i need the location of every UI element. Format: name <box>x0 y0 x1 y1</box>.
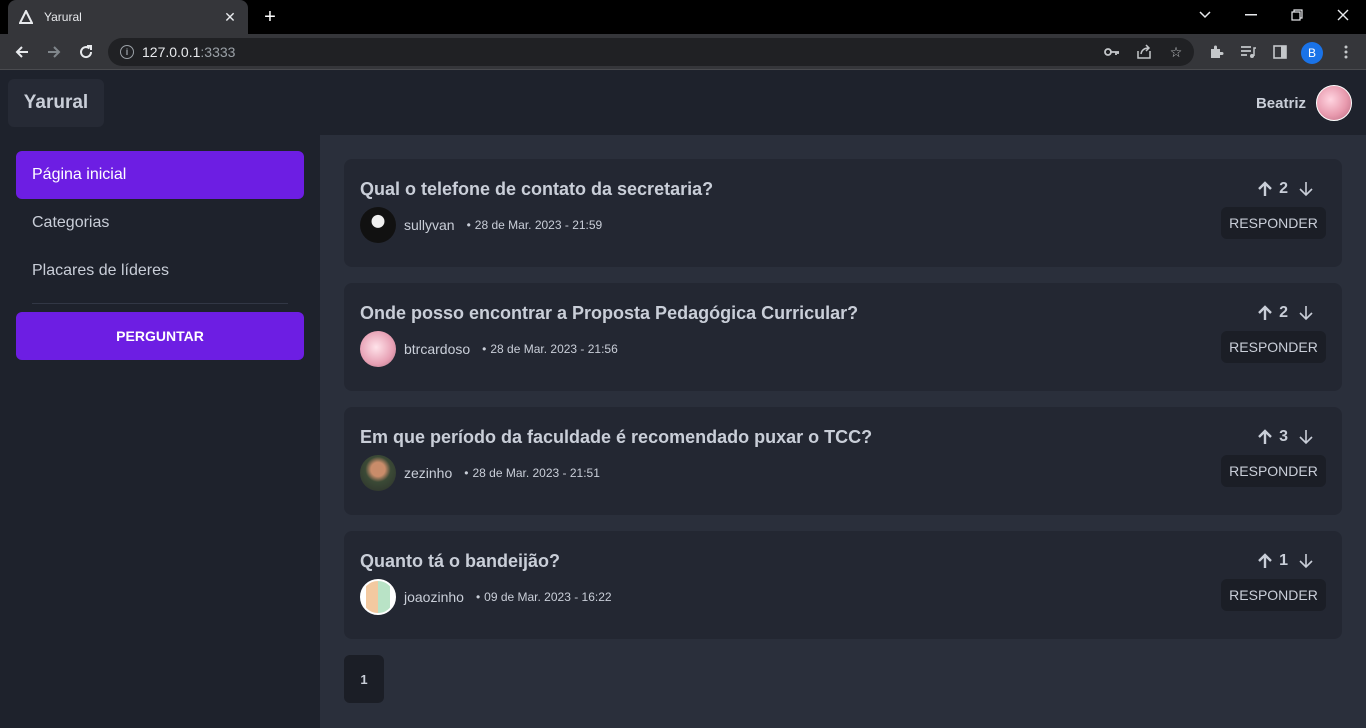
vote-controls: 2 <box>1255 303 1316 323</box>
close-tab-icon[interactable]: ✕ <box>222 9 238 25</box>
question-card: Em que período da faculdade é recomendad… <box>344 407 1342 515</box>
brand-logo[interactable]: Yarural <box>8 79 104 127</box>
upvote-arrow-icon[interactable] <box>1255 179 1275 199</box>
tab-search-icon[interactable] <box>1182 0 1228 30</box>
upvote-arrow-icon[interactable] <box>1255 551 1275 571</box>
reply-button[interactable]: RESPONDER <box>1221 207 1326 239</box>
browser-toolbar: i 127.0.0.1:3333 ☆ B <box>0 34 1366 70</box>
question-date: 09 de Mar. 2023 - 16:22 <box>484 590 612 604</box>
question-meta: btrcardoso • 28 de Mar. 2023 - 21:56 <box>360 331 618 367</box>
question-meta: joaozinho • 09 de Mar. 2023 - 16:22 <box>360 579 612 615</box>
meta-separator: • <box>475 590 481 604</box>
author-avatar[interactable] <box>360 455 396 491</box>
upvote-arrow-icon[interactable] <box>1255 303 1275 323</box>
downvote-arrow-icon[interactable] <box>1296 427 1316 447</box>
reload-icon[interactable] <box>72 38 100 66</box>
close-window-icon[interactable] <box>1320 0 1366 30</box>
vote-count: 1 <box>1279 552 1288 569</box>
vote-count: 2 <box>1279 180 1288 197</box>
question-title[interactable]: Quanto tá o bandeijão? <box>360 551 560 572</box>
author-avatar[interactable] <box>360 207 396 243</box>
question-title[interactable]: Onde posso encontrar a Proposta Pedagógi… <box>360 303 858 324</box>
url-port: :3333 <box>200 44 236 60</box>
profile-avatar-icon[interactable]: B <box>1301 42 1323 64</box>
browser-tab[interactable]: Yarural ✕ <box>8 0 248 34</box>
vote-controls: 1 <box>1255 551 1316 571</box>
reply-button[interactable]: RESPONDER <box>1221 579 1326 611</box>
downvote-arrow-icon[interactable] <box>1296 303 1316 323</box>
yarural-favicon-icon <box>18 9 34 25</box>
sidebar-item-categories[interactable]: Categorias <box>16 199 304 247</box>
restore-icon[interactable] <box>1274 0 1320 30</box>
extensions-icon[interactable] <box>1206 42 1226 62</box>
reply-button[interactable]: RESPONDER <box>1221 455 1326 487</box>
question-date: 28 de Mar. 2023 - 21:59 <box>474 218 603 232</box>
minimize-icon[interactable] <box>1228 0 1274 30</box>
app-header: Yarural Beatriz <box>0 71 1366 135</box>
author-name[interactable]: sullyvan <box>404 217 455 233</box>
meta-separator: • <box>464 466 469 480</box>
side-panel-icon[interactable] <box>1270 42 1290 62</box>
author-name[interactable]: joaozinho <box>404 589 464 605</box>
meta-separator: • <box>482 342 487 356</box>
ask-question-button[interactable]: PERGUNTAR <box>16 312 304 360</box>
pagination-page-button[interactable]: 1 <box>344 655 384 703</box>
user-menu[interactable]: Beatriz <box>1256 85 1352 121</box>
question-meta: zezinho • 28 de Mar. 2023 - 21:51 <box>360 455 600 491</box>
user-avatar[interactable] <box>1316 85 1352 121</box>
question-date: 28 de Mar. 2023 - 21:56 <box>490 342 618 356</box>
author-name[interactable]: zezinho <box>404 465 452 481</box>
share-icon[interactable] <box>1134 42 1154 62</box>
question-date: 28 de Mar. 2023 - 21:51 <box>472 466 600 480</box>
user-name: Beatriz <box>1255 94 1306 112</box>
question-title[interactable]: Em que período da faculdade é recomendad… <box>360 427 872 448</box>
question-card: Quanto tá o bandeijão? joaozinho • 09 de… <box>344 531 1342 639</box>
sidebar-item-leaderboards[interactable]: Placares de líderes <box>16 247 304 295</box>
question-title[interactable]: Qual o telefone de contato da secretaria… <box>360 179 713 200</box>
downvote-arrow-icon[interactable] <box>1296 551 1316 571</box>
url-host: 127.0.0.1 <box>142 44 201 60</box>
vote-count: 2 <box>1279 304 1288 321</box>
tab-title: Yarural <box>44 10 82 24</box>
author-avatar[interactable] <box>360 579 396 615</box>
vote-controls: 3 <box>1255 427 1316 447</box>
meta-separator: • <box>466 218 471 232</box>
back-icon[interactable] <box>8 38 36 66</box>
media-queue-icon[interactable] <box>1238 42 1258 62</box>
address-bar[interactable]: i 127.0.0.1:3333 <box>108 38 1194 66</box>
question-meta: sullyvan • 28 de Mar. 2023 - 21:59 <box>360 207 602 243</box>
question-card: Qual o telefone de contato da secretaria… <box>344 159 1342 267</box>
reply-button[interactable]: RESPONDER <box>1221 331 1326 363</box>
vote-controls: 2 <box>1255 179 1316 199</box>
question-feed: Qual o telefone de contato da secretaria… <box>320 135 1366 728</box>
upvote-arrow-icon[interactable] <box>1255 427 1275 447</box>
browser-tabstrip: Yarural ✕ + <box>0 0 1366 34</box>
question-card: Onde posso encontrar a Proposta Pedagógi… <box>344 283 1342 391</box>
sidebar-divider <box>32 303 288 304</box>
author-name[interactable]: btrcardoso <box>404 341 470 357</box>
more-menu-icon[interactable] <box>1336 42 1356 62</box>
bookmark-star-icon[interactable]: ☆ <box>1166 42 1186 62</box>
downvote-arrow-icon[interactable] <box>1296 179 1316 199</box>
sidebar: Página inicial Categorias Placares de lí… <box>0 135 320 728</box>
new-tab-icon[interactable]: + <box>258 6 282 28</box>
author-avatar[interactable] <box>360 331 396 367</box>
site-info-icon[interactable]: i <box>120 45 134 59</box>
vote-count: 3 <box>1279 428 1288 445</box>
sidebar-item-home[interactable]: Página inicial <box>16 151 304 199</box>
forward-icon[interactable] <box>40 38 68 66</box>
key-icon[interactable] <box>1102 42 1122 62</box>
